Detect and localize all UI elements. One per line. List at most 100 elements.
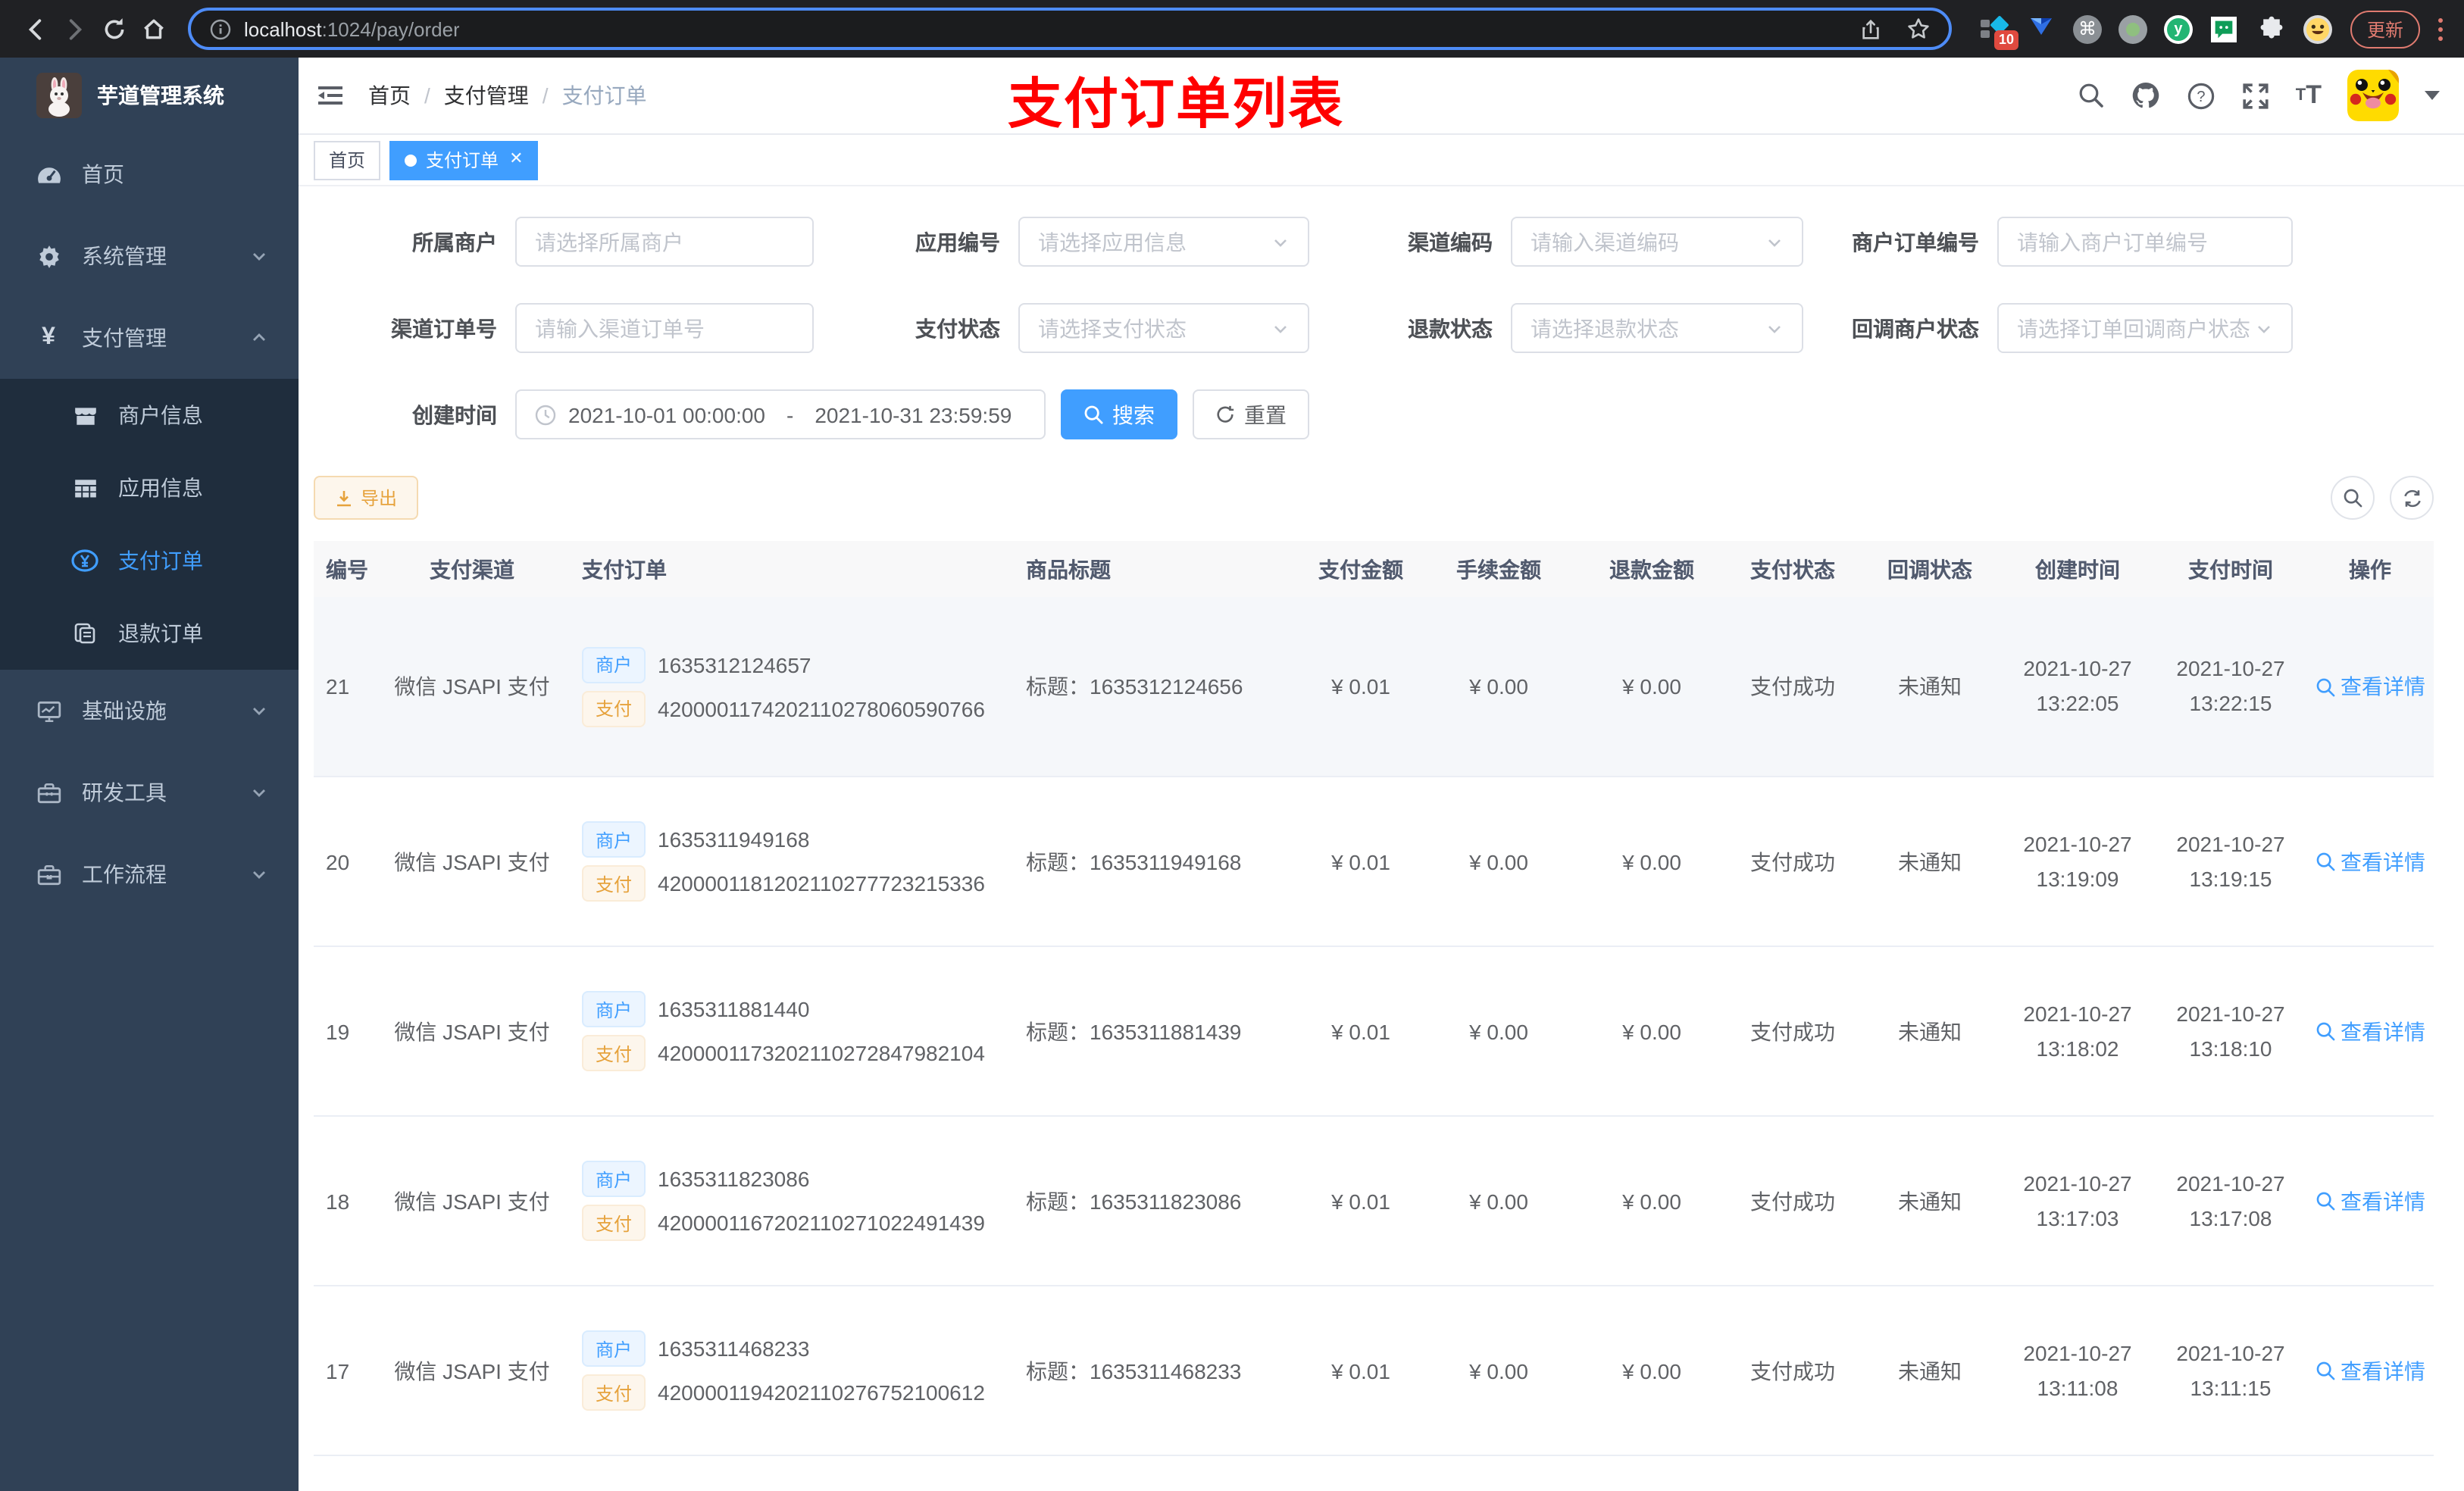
merchant-order-no-input[interactable]: 请输入商户订单编号 [1997, 217, 2293, 267]
home-button[interactable] [133, 9, 173, 48]
font-size-icon[interactable]: TT [2296, 80, 2322, 111]
date-start: 2021-10-01 00:00:00 [568, 402, 765, 427]
extensions-puzzle-icon[interactable] [2256, 14, 2287, 44]
table-row[interactable]: 19 微信 JSAPI 支付 商户 1635311881440 支付 4200001… [314, 947, 2434, 1117]
site-info-icon[interactable] [209, 17, 232, 40]
col-id: 编号 [326, 557, 368, 581]
fullscreen-icon[interactable] [2241, 81, 2270, 110]
channel-code-select[interactable]: 请输入渠道编码 [1511, 217, 1803, 267]
view-detail-link[interactable]: 查看详情 [2315, 1186, 2425, 1216]
tab-pay-order[interactable]: 支付订单 ✕ [389, 140, 539, 180]
sidebar-item-system[interactable]: 系统管理 [0, 215, 299, 297]
sidebar-toggle-icon[interactable] [314, 79, 347, 112]
sidebar-item-pay-order[interactable]: 支付订单 [0, 524, 299, 597]
bookmark-star-icon[interactable] [1906, 17, 1931, 41]
table-row[interactable]: 商户1635311354796 [314, 1456, 2434, 1491]
view-detail-link[interactable]: 查看详情 [2315, 1016, 2425, 1046]
merchant-tag: 商户 [582, 991, 646, 1027]
reload-button[interactable] [94, 9, 133, 48]
sidebar-item-app-info[interactable]: 应用信息 [0, 452, 299, 524]
breadcrumb-current: 支付订单 [561, 83, 647, 108]
refund-status-select[interactable]: 请选择退款状态 [1511, 303, 1803, 353]
search-button-label: 搜索 [1112, 402, 1155, 427]
cell-status: 支付成功 [1750, 674, 1835, 699]
sidebar-item-workflow[interactable]: 工作流程 [0, 833, 299, 915]
view-detail-link[interactable]: 查看详情 [2315, 671, 2425, 702]
back-button[interactable] [15, 9, 55, 48]
cell-actions: 查看详情 [2306, 1016, 2434, 1046]
view-detail-link[interactable]: 查看详情 [2315, 1355, 2425, 1386]
cell-refund: ¥ 0.00 [1622, 849, 1681, 874]
browser-menu-icon[interactable] [2438, 17, 2443, 40]
user-avatar[interactable] [2347, 70, 2399, 121]
filter-row-3: 创建时间 2021-10-01 00:00:00 - 2021-10-31 23… [314, 389, 2434, 439]
merchant-order-no: 1635312124657 [658, 652, 811, 677]
extension-y-icon[interactable]: y [2163, 14, 2193, 43]
profile-emoji-icon[interactable] [2303, 14, 2332, 43]
browser-update-button[interactable]: 更新 [2350, 10, 2420, 48]
merchant-tag: 商户 [582, 1330, 646, 1367]
col-refund: 退款金额 [1609, 557, 1694, 581]
toggle-search-button[interactable] [2331, 476, 2375, 520]
gear-icon [30, 243, 67, 269]
search-icon[interactable] [2078, 82, 2105, 109]
table-row[interactable]: 21 微信 JSAPI 支付 商户 1635312124657 支付 4200001… [314, 597, 2434, 777]
cell-amount: ¥ 0.01 [1331, 849, 1390, 874]
merchant-order-no: 1635311949168 [658, 827, 810, 852]
tab-home[interactable]: 首页 [314, 140, 381, 180]
search-button[interactable]: 搜索 [1061, 389, 1177, 439]
forward-button[interactable] [55, 9, 94, 48]
filter-callback-status: 回调商户状态 请选择订单回调商户状态 [1803, 303, 2293, 353]
sidebar-item-infra[interactable]: 基础设施 [0, 670, 299, 752]
refresh-table-button[interactable] [2390, 476, 2434, 520]
sidebar-item-merchant-info[interactable]: 商户信息 [0, 379, 299, 452]
breadcrumb-home[interactable]: 首页 [368, 80, 411, 111]
cell-actions: 查看详情 [2306, 846, 2434, 877]
col-fee: 手续金额 [1456, 557, 1541, 581]
placeholder: 请输入渠道编码 [1531, 230, 1679, 254]
help-icon[interactable]: ? [2187, 81, 2215, 110]
merchant-select[interactable]: 请选择所属商户 [515, 217, 814, 267]
sidebar-item-pay[interactable]: ¥ 支付管理 [0, 297, 299, 379]
col-pay-time: 支付时间 [2188, 557, 2273, 581]
table-row[interactable]: 17 微信 JSAPI 支付 商户 1635311468233 支付 4200001… [314, 1286, 2434, 1456]
cell-create-time: 2021-10-27 13:22:05 [2023, 656, 2132, 715]
tab-label: 支付订单 [426, 150, 499, 171]
extension-command-icon[interactable]: ⌘ [2072, 14, 2102, 43]
filter-label: 应用编号 [915, 230, 1000, 254]
reset-button[interactable]: 重置 [1193, 389, 1309, 439]
cell-amount: ¥ 0.01 [1331, 674, 1390, 699]
breadcrumb-pay[interactable]: 支付管理 [444, 80, 529, 111]
table-row[interactable]: 20 微信 JSAPI 支付 商户 1635311949168 支付 4200001… [314, 777, 2434, 947]
placeholder: 请选择订单回调商户状态 [2017, 316, 2250, 340]
extension-kite-icon[interactable] [2026, 14, 2056, 44]
sidebar-item-home[interactable]: 首页 [0, 133, 299, 215]
share-icon[interactable] [1859, 17, 1882, 40]
table-row[interactable]: 18 微信 JSAPI 支付 商户 1635311823086 支付 4200001… [314, 1117, 2434, 1286]
pay-status-select[interactable]: 请选择支付状态 [1018, 303, 1309, 353]
callback-status-select[interactable]: 请选择订单回调商户状态 [1997, 303, 2293, 353]
extension-chat-icon[interactable] [2209, 14, 2240, 44]
github-icon[interactable] [2131, 80, 2161, 111]
close-icon[interactable]: ✕ [509, 151, 523, 168]
channel-order-no-input[interactable]: 请输入渠道订单号 [515, 303, 814, 353]
export-button[interactable]: 导出 [314, 476, 419, 520]
app-select[interactable]: 请选择应用信息 [1018, 217, 1309, 267]
cell-create-time: 2021-10-27 13:19:09 [2023, 831, 2132, 890]
avatar-dropdown-caret[interactable] [2425, 91, 2440, 100]
chevron-down-icon [250, 865, 268, 883]
sidebar-item-refund-order[interactable]: 退款订单 [0, 597, 299, 670]
cell-channel: 微信 JSAPI 支付 [394, 1189, 550, 1213]
date-range-input[interactable]: 2021-10-01 00:00:00 - 2021-10-31 23:59:5… [515, 389, 1046, 439]
cell-pay-time: 2021-10-27 13:17:08 [2176, 1171, 2285, 1230]
pay-tag: 支付 [582, 1205, 646, 1241]
cell-order: 商户 1635311468233 支付 4200001194202110276752… [570, 1323, 1018, 1418]
url-bar[interactable]: localhost:1024/pay/order [188, 8, 1952, 50]
chevron-down-icon [250, 702, 268, 720]
sidebar-item-devtools[interactable]: 研发工具 [0, 752, 299, 833]
col-title: 商品标题 [1026, 557, 1111, 581]
store-icon [67, 402, 103, 428]
view-detail-link[interactable]: 查看详情 [2315, 846, 2425, 877]
extension-dot-icon[interactable] [2118, 14, 2147, 43]
extension-diamond-icon[interactable]: 10 [1979, 14, 2018, 50]
